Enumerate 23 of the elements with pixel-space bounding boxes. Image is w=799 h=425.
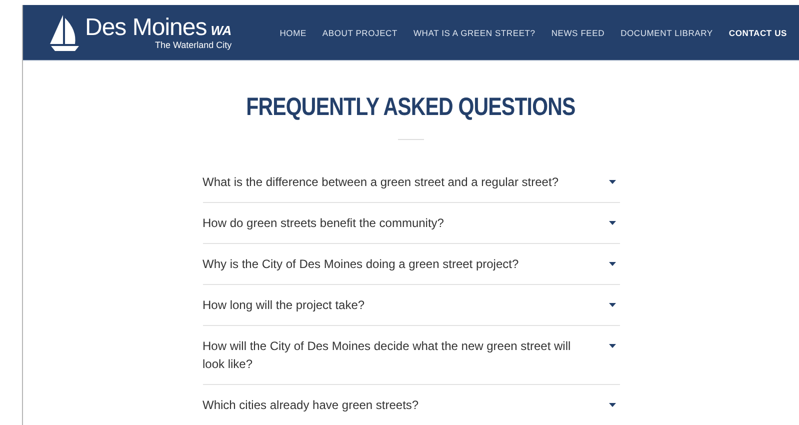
caret-icon <box>608 262 616 266</box>
faq-item[interactable]: What is the difference between a green street and a regular street? <box>202 162 620 203</box>
faq-item[interactable]: Why is the City of Des Moines doing a green street project? <box>202 244 620 285</box>
nav-link[interactable]: NEWS FEED <box>551 28 605 38</box>
sailboat-logo-icon <box>49 14 81 52</box>
faq-item[interactable]: How will the City of Des Moines decide what the new green street will look like? <box>202 326 620 385</box>
nav-link[interactable]: WHAT IS A GREEN STREET? <box>413 28 536 38</box>
faq-item[interactable]: How long will the project take? <box>202 285 620 326</box>
caret-icon <box>608 344 616 348</box>
logo-tagline: The Waterland City <box>154 40 232 50</box>
caret-icon <box>608 180 616 184</box>
page-title: FREQUENTLY ASKED QUESTIONS <box>246 93 576 122</box>
caret-icon <box>608 303 616 307</box>
logo-name: Des Moines <box>85 16 207 40</box>
caret-icon <box>608 221 616 225</box>
faq-item[interactable]: How do green streets benefit the community? <box>202 203 620 244</box>
caret-icon <box>608 403 616 407</box>
nav-link[interactable]: ABOUT PROJECT <box>322 28 398 38</box>
nav-link[interactable]: DOCUMENT LIBRARY <box>620 28 713 38</box>
nav-link[interactable]: HOME <box>280 28 306 38</box>
faq-item[interactable]: Which cities already have green streets? <box>202 385 620 425</box>
nav-link[interactable]: CONTACT US <box>728 28 787 38</box>
logo-suffix: WA <box>210 24 232 36</box>
